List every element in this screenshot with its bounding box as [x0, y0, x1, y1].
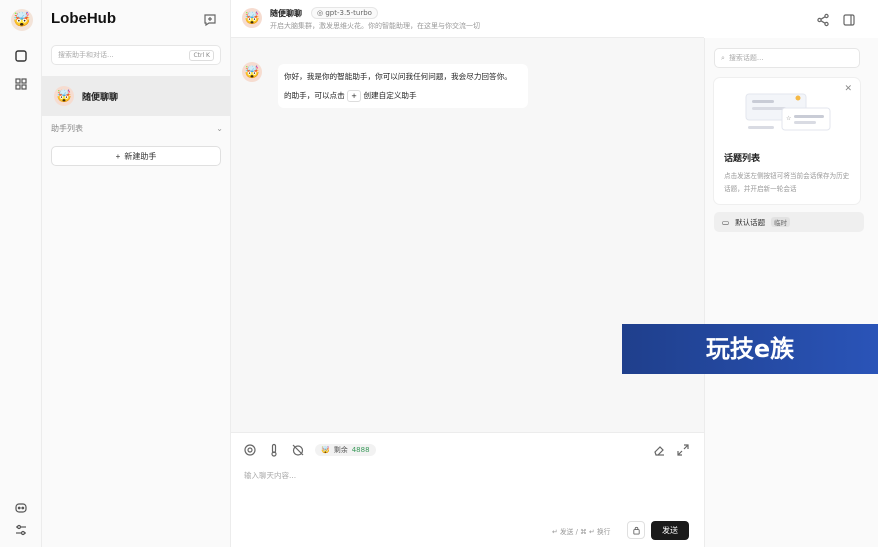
search-icon: ⌕ — [721, 53, 725, 62]
new-chat-icon[interactable] — [202, 12, 218, 28]
chat-tab-icon[interactable] — [13, 48, 29, 64]
token-count: 4888 — [351, 446, 370, 454]
session-title: 随便聊聊 — [82, 92, 119, 103]
chat-main: 🤯 随便聊聊 ◎ gpt-3.5-turbo 开启大脑集群，激发思维火花。你的智… — [231, 0, 855, 547]
chat-header: 🤯 随便聊聊 ◎ gpt-3.5-turbo 开启大脑集群，激发思维火花。你的智… — [231, 0, 855, 38]
topic-card-description: 点击发送左侧按钮可将当前会话保存为历史话题，并开启新一轮会话 — [724, 172, 850, 193]
message-avatar: 🤯 — [242, 62, 262, 82]
send-options-icon[interactable] — [627, 521, 645, 539]
search-shortcut-badge: Ctrl K — [189, 49, 214, 61]
session-search-placeholder: 搜索助手和对话... — [58, 51, 114, 59]
input-right-tools — [652, 443, 690, 457]
toggle-panel-icon[interactable] — [842, 12, 856, 26]
watermark-logo: 玩技e族 — [622, 324, 878, 374]
topic-item-default[interactable]: ▭ 默认话题 临时 — [714, 212, 864, 232]
topic-panel: ⌕ 搜索话题... ✕ ☆ 话题列表 点击发送左侧按钮可将当前会话保存为历史话题… — [704, 38, 878, 547]
user-avatar[interactable]: 🤯 — [11, 9, 33, 31]
expand-icon[interactable] — [676, 443, 690, 457]
plus-chip: + — [347, 90, 362, 102]
chat-description: 开启大脑集群，激发思维火花。你的智能助理，在这里与你交流一切 — [270, 22, 480, 30]
eraser-icon[interactable] — [652, 443, 666, 457]
token-emoji-icon: 🤯 — [321, 446, 330, 454]
svg-text:☆: ☆ — [786, 115, 791, 122]
topic-search-input[interactable]: ⌕ 搜索话题... — [714, 48, 860, 68]
session-search-input[interactable]: 搜索助手和对话... Ctrl K — [51, 45, 221, 65]
token-label: 剩余 — [333, 446, 348, 454]
message-line-2: 的助手，可以点击 + 创建自定义助手 — [284, 86, 522, 105]
chat-input-area: 🤯 剩余 4888 ↵ 发送 / ⌘ ↵ 换行 发送 — [231, 432, 704, 547]
model-switch-icon[interactable] — [243, 443, 257, 457]
svg-text:玩技e族: 玩技e族 — [706, 335, 795, 363]
topic-guide-card: ✕ ☆ 话题列表 点击发送左侧按钮可将当前会话保存为历史话题，并开启新一轮会话 — [714, 78, 860, 204]
message-line-1: 你好，我是你的智能助手，你可以问我任何问题，我会尽力回答你。 — [284, 72, 512, 81]
topic-search-placeholder: 搜索话题... — [728, 54, 764, 62]
temperature-icon[interactable] — [267, 443, 281, 457]
topic-card-title: 话题列表 — [724, 154, 761, 164]
left-rail: 🤯 — [0, 0, 42, 547]
input-toolbar: 🤯 剩余 4888 — [243, 443, 376, 457]
app-window: 🤯 LobeHub 搜索助手和对话... Ctrl K 🤯 随便聊聊 助手列表 — [0, 0, 878, 547]
watermark-text: 玩技e族 — [706, 335, 795, 363]
message-line-2-suffix: 创建自定义助手 — [363, 91, 417, 100]
new-assistant-label: 新建助手 — [124, 151, 157, 161]
group-label: 助手列表 — [51, 123, 83, 133]
send-button[interactable]: 发送 — [651, 521, 689, 540]
message-bubble: 你好，我是你的智能助手，你可以问我任何问题，我会尽力回答你。 的助手，可以点击 … — [278, 64, 528, 108]
brand-logo: LobeHub — [51, 10, 116, 27]
chat-input[interactable] — [244, 465, 684, 485]
assistant-group-header[interactable]: 助手列表 ⌄ — [51, 121, 223, 135]
topic-item-title: 默认话题 — [735, 217, 766, 227]
chat-bubble-icon: ▭ — [722, 217, 730, 227]
close-icon[interactable]: ✕ — [844, 84, 852, 94]
topic-illustration-icon: ☆ — [745, 93, 831, 131]
session-avatar: 🤯 — [54, 86, 74, 106]
chat-avatar[interactable]: 🤯 — [242, 8, 262, 28]
session-item-active[interactable]: 🤯 随便聊聊 — [42, 76, 231, 116]
send-shortcut-hint: ↵ 发送 / ⌘ ↵ 换行 — [552, 528, 611, 536]
chat-title: 随便聊聊 — [270, 9, 302, 18]
settings-icon[interactable] — [13, 522, 29, 538]
token-counter[interactable]: 🤯 剩余 4888 — [315, 444, 376, 456]
chevron-down-icon: ⌄ — [216, 123, 223, 133]
market-tab-icon[interactable] — [13, 76, 29, 92]
share-icon[interactable] — [816, 12, 830, 27]
model-badge[interactable]: ◎ gpt-3.5-turbo — [311, 7, 378, 19]
message-line-2-prefix: 的助手，可以点击 — [284, 91, 345, 100]
model-name: gpt-3.5-turbo — [325, 9, 372, 17]
discord-icon[interactable] — [13, 500, 29, 516]
new-assistant-button[interactable]: + 新建助手 — [51, 146, 221, 166]
session-panel: LobeHub 搜索助手和对话... Ctrl K 🤯 随便聊聊 助手列表 ⌄ … — [42, 0, 231, 547]
assistant-message: 🤯 你好，我是你的智能助手，你可以问我任何问题，我会尽力回答你。 的助手，可以点… — [242, 62, 528, 108]
topic-item-tag: 临时 — [771, 217, 791, 227]
plus-icon: + — [115, 151, 121, 161]
history-off-icon[interactable] — [291, 443, 305, 457]
